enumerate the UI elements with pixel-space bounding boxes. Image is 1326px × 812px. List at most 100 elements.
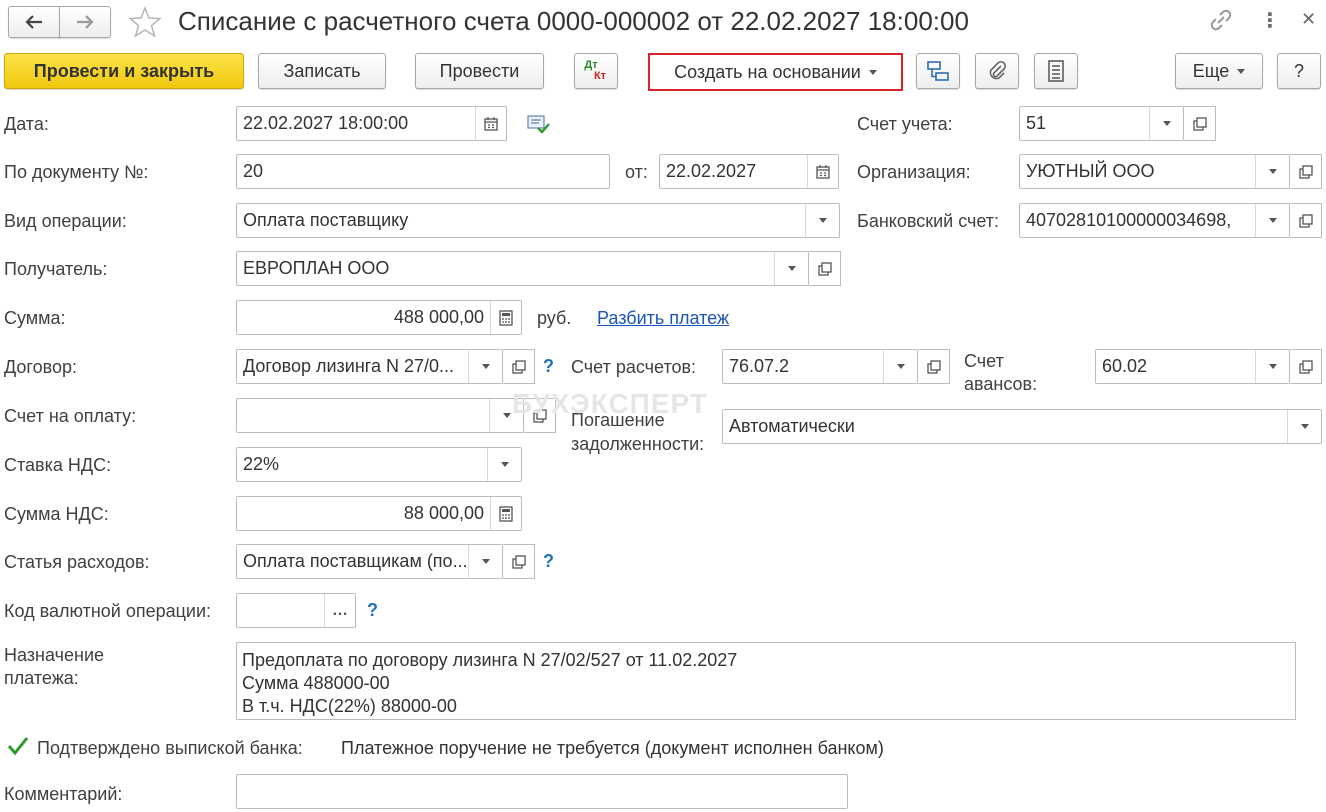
- invoice-label: Счет на оплату:: [4, 406, 137, 426]
- dt-kt-button[interactable]: Дт Кт: [574, 53, 618, 89]
- debt-repayment-select[interactable]: Автоматически: [722, 409, 1322, 444]
- currency-op-code-help-icon[interactable]: ?: [367, 600, 378, 621]
- open-form-icon: [511, 554, 526, 569]
- open-form-icon: [1298, 359, 1313, 374]
- account-select[interactable]: 51: [1019, 106, 1184, 141]
- calendar-icon: [816, 164, 830, 179]
- open-account-button[interactable]: [1184, 106, 1216, 141]
- dropdown-button[interactable]: [489, 399, 523, 432]
- more-vertical-icon[interactable]: ⋮: [1260, 8, 1280, 33]
- settlement-account-select[interactable]: 76.07.2: [722, 349, 918, 384]
- dropdown-button[interactable]: [1255, 204, 1289, 237]
- close-icon[interactable]: ✕: [1301, 9, 1316, 30]
- help-button[interactable]: ?: [1277, 53, 1321, 89]
- dropdown-button[interactable]: [1255, 155, 1289, 188]
- bank-account-select[interactable]: 40702810100000034698,: [1019, 203, 1290, 238]
- save-button[interactable]: Записать: [258, 53, 386, 89]
- dropdown-button[interactable]: [487, 448, 521, 481]
- doc-date-field[interactable]: 22.02.2027: [659, 154, 839, 189]
- dropdown-button[interactable]: [468, 350, 502, 383]
- currency-op-code-field[interactable]: …: [236, 593, 356, 628]
- currency-op-code-value: [237, 594, 324, 627]
- dropdown-button[interactable]: [774, 252, 808, 285]
- vat-rate-select[interactable]: 22%: [236, 447, 522, 482]
- split-payment-link[interactable]: Разбить платеж: [597, 308, 729, 329]
- advance-account-label-line2: авансов:: [964, 374, 1038, 394]
- open-settlement-account-button[interactable]: [918, 349, 950, 384]
- calculator-button[interactable]: [490, 497, 521, 530]
- operation-label: Вид операции:: [4, 211, 127, 231]
- vat-rate-value: 22%: [243, 454, 280, 474]
- attach-button[interactable]: [975, 53, 1019, 89]
- sum-field[interactable]: 488 000,00: [236, 300, 522, 335]
- structure-button[interactable]: [916, 53, 960, 89]
- operation-select[interactable]: Оплата поставщику: [236, 203, 840, 238]
- open-contract-button[interactable]: [503, 349, 535, 384]
- comment-field[interactable]: [236, 774, 848, 809]
- date-label: Дата:: [4, 114, 49, 134]
- doc-number-field[interactable]: 20: [236, 154, 610, 189]
- post-button[interactable]: Провести: [415, 53, 544, 89]
- dropdown-button[interactable]: [1287, 410, 1321, 443]
- advance-account-label-line1: Счет: [964, 351, 1004, 371]
- arrow-left-icon: [25, 15, 42, 29]
- chevron-down-icon: [1268, 364, 1277, 369]
- date-value: 22.02.2027 18:00:00: [243, 113, 409, 133]
- contract-help-icon[interactable]: ?: [543, 356, 554, 377]
- create-based-on-button[interactable]: Создать на основании: [648, 53, 903, 91]
- contract-label: Договор:: [4, 357, 77, 377]
- doc-number-label: По документу №:: [4, 162, 149, 182]
- open-expense-item-button[interactable]: [503, 544, 535, 579]
- vat-sum-field[interactable]: 88 000,00: [236, 496, 522, 531]
- chevron-down-icon: [1237, 61, 1246, 82]
- open-invoice-button[interactable]: [524, 398, 556, 433]
- chevron-down-icon: [481, 559, 490, 564]
- chevron-down-icon: [1268, 169, 1277, 174]
- dropdown-button[interactable]: [468, 545, 502, 578]
- expense-item-help-icon[interactable]: ?: [543, 551, 554, 572]
- calendar-icon: [484, 116, 498, 131]
- calendar-button[interactable]: [475, 107, 506, 140]
- purpose-line2: Сумма 488000-00: [242, 673, 390, 693]
- more-button[interactable]: Еще: [1175, 53, 1263, 89]
- post-and-close-button[interactable]: Провести и закрыть: [4, 53, 244, 89]
- from-label: от:: [625, 162, 648, 182]
- dropdown-button[interactable]: [883, 350, 917, 383]
- document-check-icon[interactable]: [526, 113, 550, 140]
- sum-label: Сумма:: [4, 308, 66, 328]
- doc-number-value: 20: [243, 161, 264, 181]
- calculator-icon: [499, 309, 513, 326]
- contract-value: Договор лизинга N 27/0...: [243, 356, 454, 376]
- list-report-icon: [1048, 60, 1064, 82]
- organization-label: Организация:: [857, 162, 971, 182]
- select-button[interactable]: …: [324, 594, 355, 627]
- contract-select[interactable]: Договор лизинга N 27/0...: [236, 349, 503, 384]
- open-advance-account-button[interactable]: [1290, 349, 1322, 384]
- date-field[interactable]: 22.02.2027 18:00:00: [236, 106, 507, 141]
- purpose-label-line1: Назначение: [4, 645, 105, 665]
- link-icon[interactable]: [1208, 9, 1234, 36]
- open-recipient-button[interactable]: [809, 251, 841, 286]
- dropdown-button[interactable]: [1149, 107, 1183, 140]
- favorite-star-icon[interactable]: [128, 5, 162, 43]
- calendar-button[interactable]: [807, 155, 838, 188]
- open-form-icon: [1192, 116, 1207, 131]
- open-organization-button[interactable]: [1290, 154, 1322, 189]
- open-form-icon: [817, 261, 832, 276]
- expense-item-select[interactable]: Оплата поставщикам (по...: [236, 544, 503, 579]
- organization-select[interactable]: УЮТНЫЙ ООО: [1019, 154, 1290, 189]
- open-bank-account-button[interactable]: [1290, 203, 1322, 238]
- forward-button[interactable]: [59, 6, 111, 38]
- purpose-textarea[interactable]: Предоплата по договору лизинга N 27/02/5…: [236, 642, 1296, 720]
- calculator-button[interactable]: [490, 301, 521, 334]
- report-button[interactable]: [1034, 53, 1078, 89]
- confirmed-checkbox[interactable]: [6, 734, 30, 758]
- invoice-select[interactable]: [236, 398, 524, 433]
- settlement-account-value: 76.07.2: [729, 356, 790, 376]
- dropdown-button[interactable]: [805, 204, 839, 237]
- dropdown-button[interactable]: [1255, 350, 1289, 383]
- sum-value: 488 000,00: [393, 307, 484, 327]
- advance-account-select[interactable]: 60.02: [1095, 349, 1290, 384]
- back-button[interactable]: [8, 6, 60, 38]
- recipient-select[interactable]: ЕВРОПЛАН ООО: [236, 251, 809, 286]
